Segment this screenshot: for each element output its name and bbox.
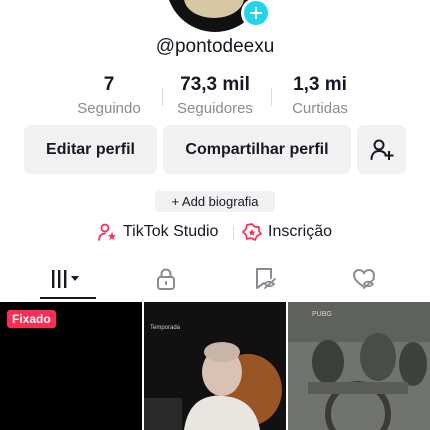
stat-following-value: 7: [103, 74, 115, 95]
video-thumbnail[interactable]: PUBG: [288, 302, 430, 430]
tab-videos[interactable]: [14, 258, 121, 300]
stat-likes-value: 1,3 mi: [293, 74, 347, 95]
add-bio-button[interactable]: + Add biografia: [155, 191, 275, 212]
add-friend-button[interactable]: [357, 125, 406, 174]
share-profile-button[interactable]: Compartilhar perfil: [163, 125, 351, 174]
video-thumbnail[interactable]: Temporada: [144, 302, 286, 430]
person-plus-icon: [370, 139, 393, 160]
username: @pontodeexu: [155, 36, 275, 57]
video-preview-image: Temporada: [144, 302, 286, 430]
tab-saved[interactable]: [211, 258, 318, 300]
stat-following[interactable]: 7 Seguindo: [54, 74, 164, 117]
chevron-down-icon: [70, 276, 79, 281]
edit-profile-button[interactable]: Editar perfil: [24, 125, 157, 174]
add-avatar-button[interactable]: [241, 0, 271, 28]
tiktok-studio-label: TikTok Studio: [123, 223, 219, 240]
plus-icon: [250, 7, 262, 19]
lock-icon: [156, 268, 175, 290]
video-thumbnail[interactable]: Fixado: [0, 302, 142, 430]
stat-followers-value: 73,3 mil: [180, 74, 250, 95]
bookmark-icon: [255, 268, 276, 289]
video-overlay-text: PUBG: [312, 311, 332, 318]
heart-eye-icon: [352, 268, 375, 289]
video-grid: Fixado Temporada PUBG: [0, 302, 430, 430]
tab-liked[interactable]: [310, 258, 417, 300]
badge-star-icon: [242, 223, 262, 241]
video-overlay-text: Temporada: [150, 325, 181, 331]
link-divider: [233, 226, 234, 240]
subscription-label: Inscrição: [268, 223, 333, 240]
avatar-image: [184, 0, 244, 18]
pinned-badge: Fixado: [7, 310, 56, 328]
stat-followers[interactable]: 73,3 mil Seguidores: [160, 74, 270, 117]
grid-bars-icon: [51, 270, 79, 288]
profile-tabs: [0, 258, 430, 302]
subscription-link[interactable]: Inscrição: [242, 222, 332, 242]
tab-private[interactable]: [112, 258, 219, 300]
stat-likes-label: Curtidas: [292, 100, 348, 117]
video-preview-image: PUBG: [288, 302, 430, 430]
profile-links: TikTok Studio Inscrição: [0, 222, 430, 244]
stat-likes[interactable]: 1,3 mi Curtidas: [265, 74, 375, 117]
stat-following-label: Seguindo: [77, 100, 141, 117]
active-tab-indicator: [40, 297, 96, 299]
person-star-icon: [98, 223, 116, 241]
tiktok-studio-link[interactable]: TikTok Studio: [97, 222, 218, 242]
stat-followers-label: Seguidores: [177, 100, 253, 117]
